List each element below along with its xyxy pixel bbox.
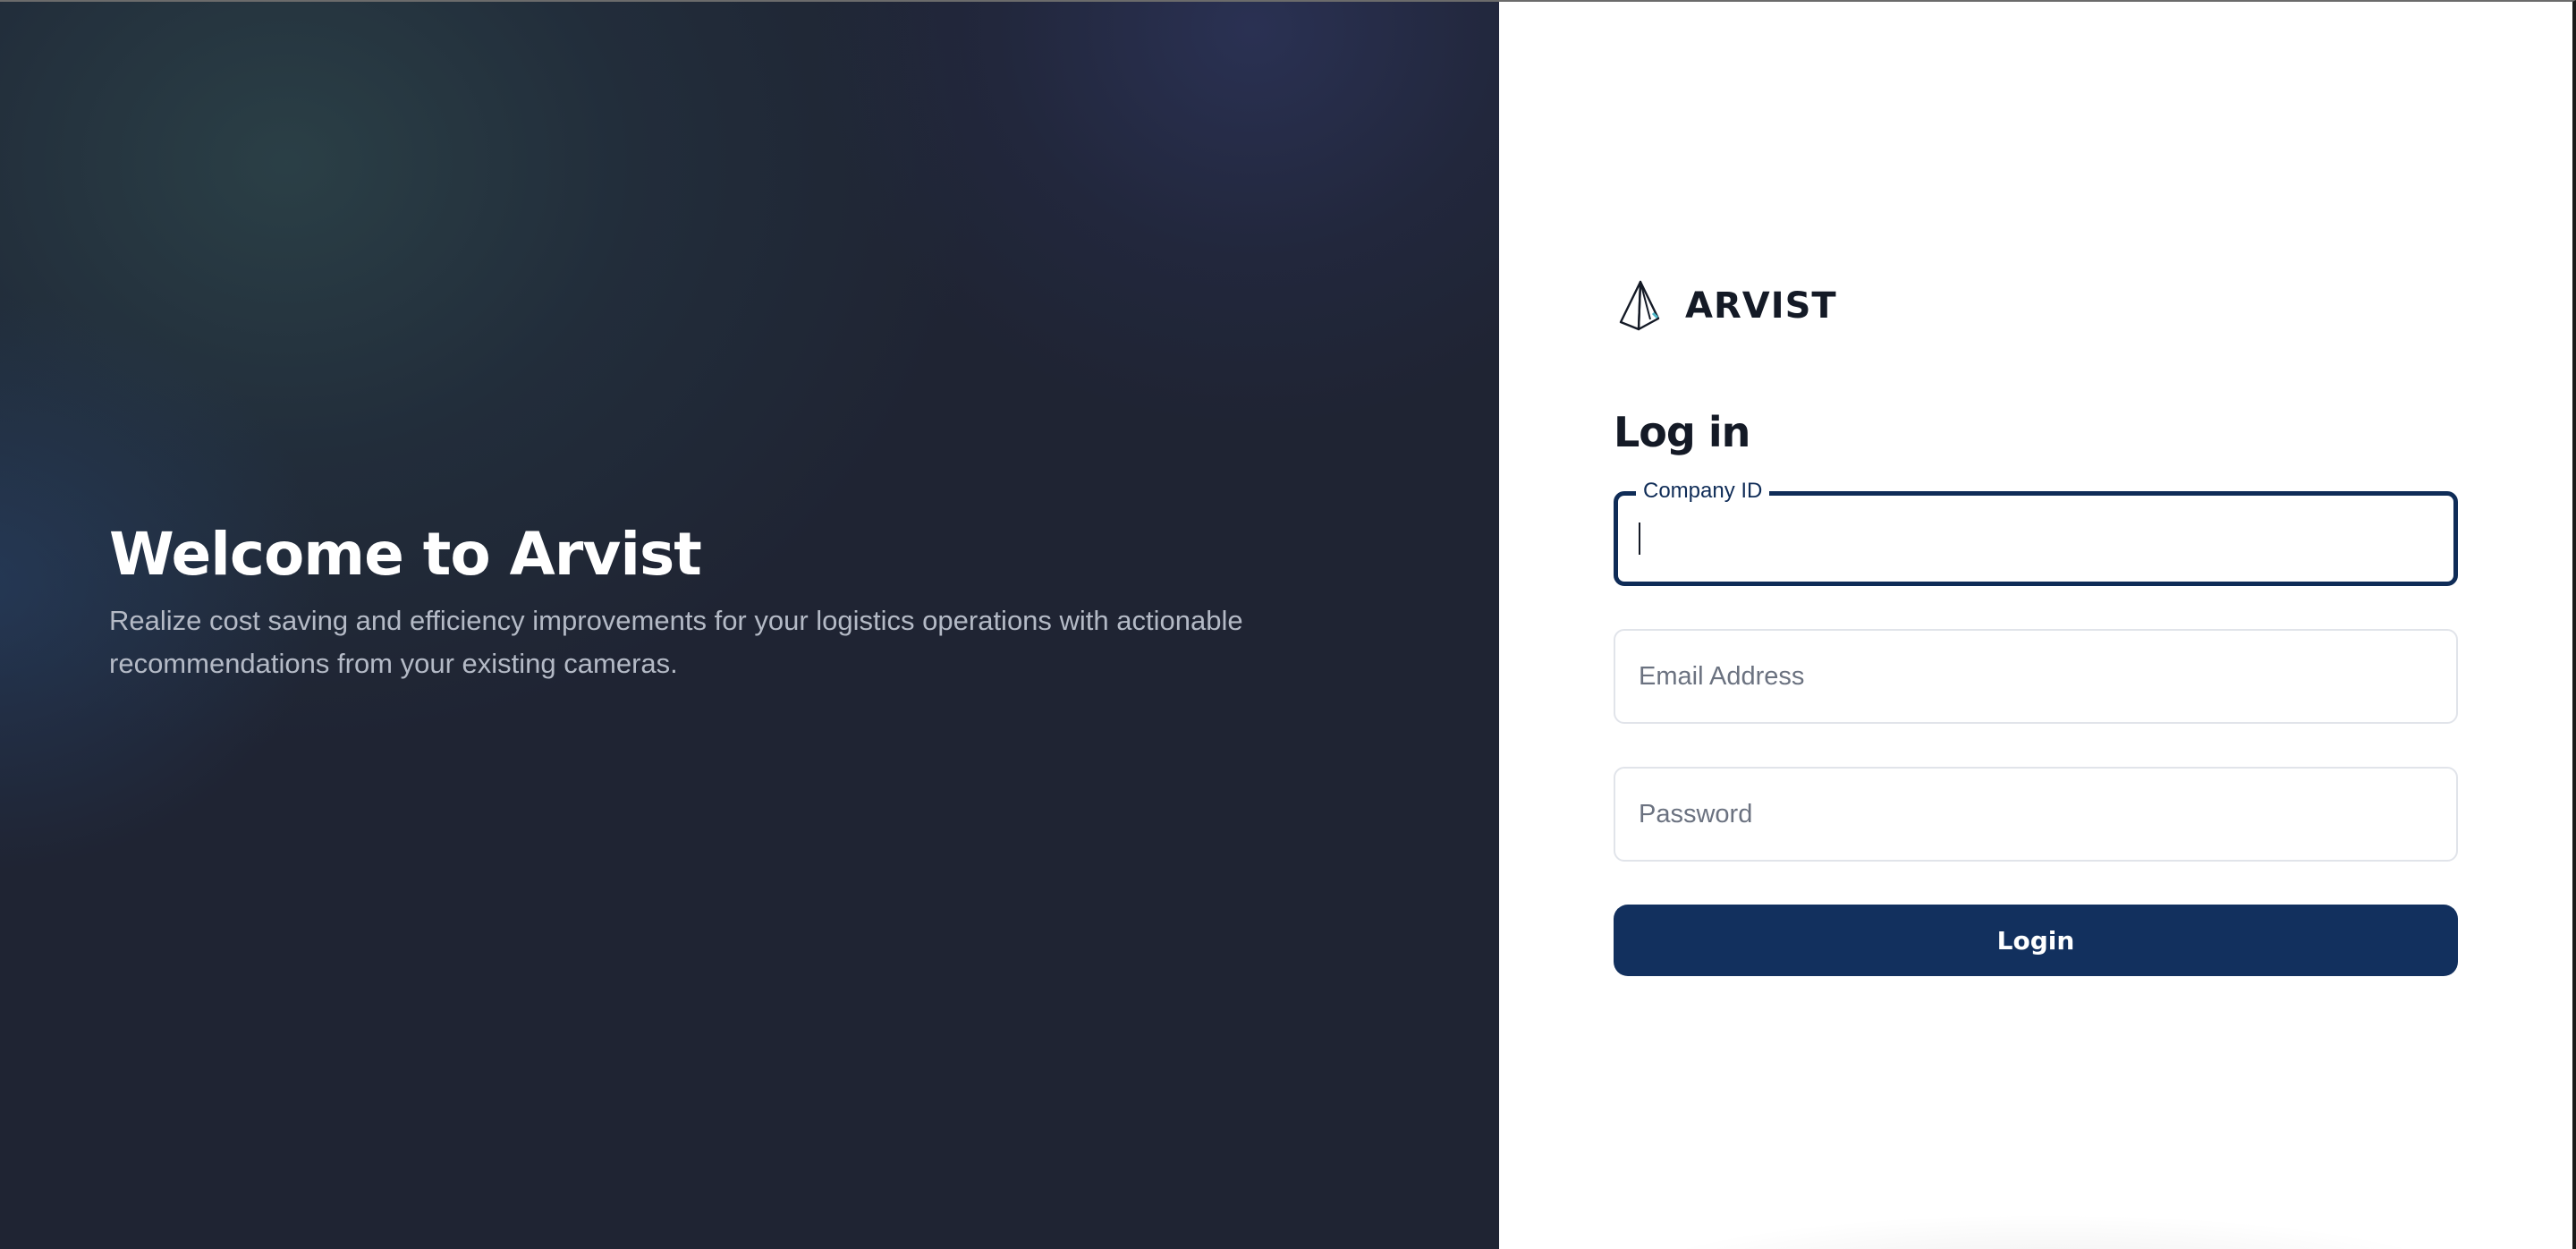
pyramid-logo-icon [1614,279,1667,333]
login-panel: ARVIST Log in Company ID Login [1499,2,2572,1249]
login-button[interactable]: Login [1614,905,2458,976]
background-glow [805,2,1499,431]
password-field[interactable] [1614,767,2458,862]
bottom-shadow [1606,1213,2483,1249]
welcome-subtitle: Realize cost saving and efficiency impro… [109,605,1243,679]
company-id-field[interactable]: Company ID [1614,478,2458,586]
email-input[interactable] [1639,661,2456,692]
login-page: Welcome to Arvist Realize cost saving an… [0,0,2576,1249]
password-input[interactable] [1639,799,2456,829]
welcome-title: Welcome to Arvist [109,520,702,589]
login-form: ARVIST Log in Company ID Login [1614,275,2458,976]
text-cursor [1639,523,1640,555]
form-title: Log in [1614,408,1750,456]
company-id-input[interactable] [1642,523,2453,554]
brand-name: ARVIST [1685,285,1837,327]
brand: ARVIST [1614,275,2458,337]
company-id-label: Company ID [1636,478,1770,505]
email-field[interactable] [1614,629,2458,724]
welcome-content: Welcome to Arvist Realize cost saving an… [109,519,1433,685]
welcome-panel: Welcome to Arvist Realize cost saving an… [0,2,1499,1249]
